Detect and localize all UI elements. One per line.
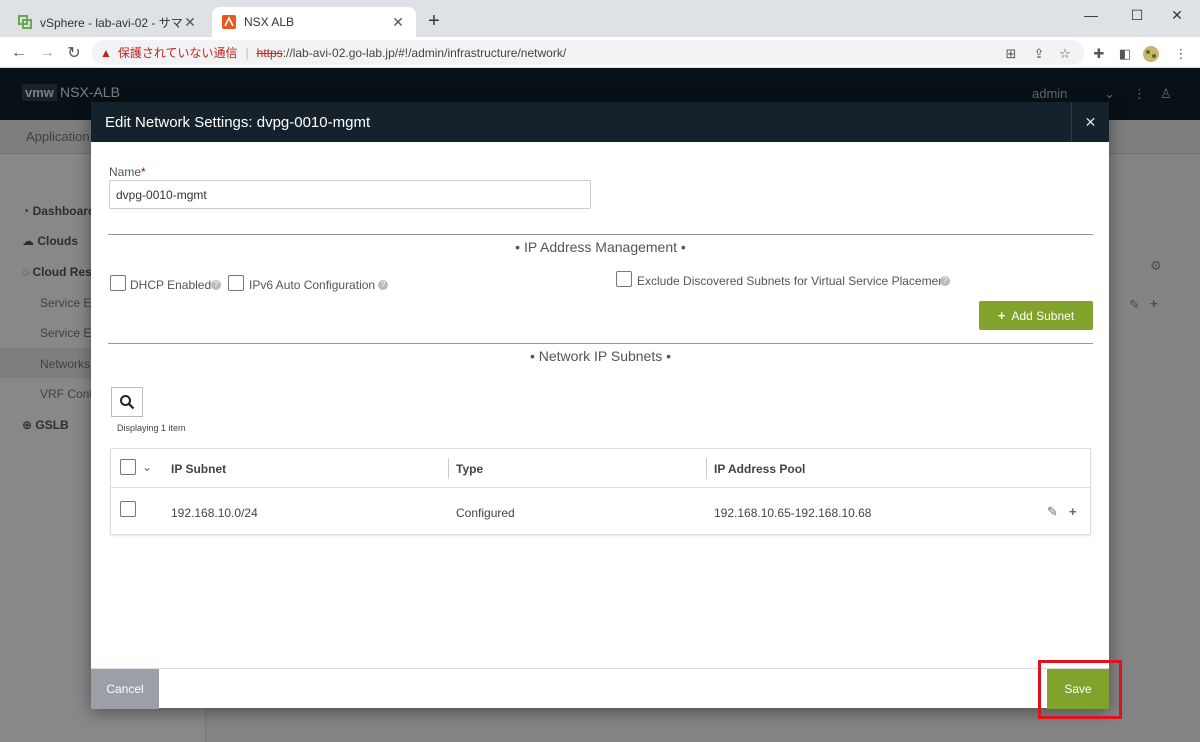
dhcp-enabled-checkbox[interactable] bbox=[110, 275, 126, 291]
minimize-button[interactable]: — bbox=[1068, 0, 1114, 30]
subnets-section-divider: • Network IP Subnets • bbox=[108, 343, 1093, 364]
column-divider bbox=[706, 458, 707, 479]
browser-menu-icon[interactable]: ⋮ bbox=[1172, 45, 1190, 63]
row-checkbox[interactable] bbox=[120, 501, 136, 517]
modal-close-icon[interactable]: ✕ bbox=[1071, 102, 1109, 142]
name-label: Name* bbox=[109, 165, 146, 179]
edit-network-modal: Edit Network Settings: dvpg-0010-mgmt ✕ … bbox=[91, 102, 1109, 709]
dhcp-help-icon[interactable]: ? bbox=[211, 280, 221, 290]
cell-ip-subnet: 192.168.10.0/24 bbox=[171, 506, 258, 520]
row-add-plus-icon[interactable]: + bbox=[1069, 504, 1077, 519]
column-ip-address-pool[interactable]: IP Address Pool bbox=[714, 462, 805, 476]
name-input[interactable] bbox=[109, 180, 591, 209]
column-ip-subnet[interactable]: IP Subnet bbox=[171, 462, 226, 476]
dhcp-enabled-label: DHCP Enabled bbox=[130, 278, 212, 292]
select-dropdown-chevron-icon[interactable]: ⌄ bbox=[142, 460, 152, 474]
cancel-button[interactable]: Cancel bbox=[91, 669, 159, 709]
translate-icon[interactable]: ⊞ bbox=[1002, 45, 1020, 63]
browser-toolbar: ← → ↻ ▲ 保護されていない通信 | https ://lab-avi-02… bbox=[0, 37, 1200, 68]
back-arrow-icon[interactable]: ← bbox=[8, 42, 30, 64]
column-divider bbox=[448, 458, 449, 479]
forward-arrow-icon[interactable]: → bbox=[36, 42, 58, 64]
url-path: ://lab-avi-02.go-lab.jp/#!/admin/infrast… bbox=[282, 45, 567, 60]
ipv6-auto-config-checkbox[interactable] bbox=[228, 275, 244, 291]
plus-icon: + bbox=[997, 308, 1006, 323]
search-button[interactable] bbox=[111, 387, 143, 417]
tab-close-icon[interactable]: ✕ bbox=[390, 14, 406, 31]
vsphere-favicon-icon bbox=[18, 15, 32, 29]
select-all-checkbox[interactable] bbox=[120, 459, 136, 475]
cell-type: Configured bbox=[456, 506, 515, 520]
nsx-alb-favicon-icon bbox=[222, 15, 236, 29]
share-icon[interactable]: ⇪ bbox=[1030, 45, 1048, 63]
exclude-discovered-subnets-checkbox[interactable] bbox=[616, 271, 632, 287]
grid-header: ⌄ IP Subnet Type IP Address Pool bbox=[111, 449, 1090, 488]
column-type[interactable]: Type bbox=[456, 462, 483, 476]
ipv6-help-icon[interactable]: ? bbox=[378, 280, 388, 290]
ipv6-auto-config-label: IPv6 Auto Configuration bbox=[249, 278, 376, 292]
exclude-help-icon[interactable]: ? bbox=[940, 276, 950, 286]
modal-title: Edit Network Settings: dvpg-0010-mgmt bbox=[105, 114, 371, 131]
security-warning-text: 保護されていない通信 bbox=[117, 46, 238, 60]
edit-pencil-icon[interactable]: ✎ bbox=[1047, 504, 1058, 520]
browser-tab-bar: vSphere - lab-avi-02 - サマリ ✕ NSX ALB ✕ +… bbox=[0, 0, 1200, 37]
displaying-count: Displaying 1 item bbox=[117, 423, 186, 433]
url-divider: | bbox=[245, 45, 249, 60]
add-subnet-button[interactable]: + Add Subnet bbox=[979, 301, 1093, 330]
browser-tab-nsx-alb[interactable]: NSX ALB ✕ bbox=[212, 7, 416, 37]
new-tab-button[interactable]: + bbox=[424, 10, 444, 32]
reload-icon[interactable]: ↻ bbox=[63, 42, 85, 64]
bookmark-star-icon[interactable]: ☆ bbox=[1056, 45, 1074, 63]
tab-close-icon[interactable]: ✕ bbox=[182, 14, 198, 31]
modal-header: Edit Network Settings: dvpg-0010-mgmt ✕ bbox=[91, 102, 1109, 142]
save-highlight-box bbox=[1038, 660, 1122, 719]
tab-title: vSphere - lab-avi-02 - サマリ bbox=[40, 15, 182, 30]
side-panel-icon[interactable]: ◧ bbox=[1116, 45, 1134, 63]
exclude-discovered-subnets-label: Exclude Discovered Subnets for Virtual S… bbox=[637, 274, 949, 288]
subnets-section-title: • Network IP Subnets • bbox=[529, 348, 672, 364]
required-asterisk: * bbox=[141, 165, 146, 179]
cell-ip-address-pool: 192.168.10.65-192.168.10.68 bbox=[714, 506, 872, 520]
subnet-grid: ⌄ IP Subnet Type IP Address Pool 192.168… bbox=[110, 448, 1091, 535]
url-scheme: https bbox=[256, 45, 283, 60]
profile-avatar-icon[interactable] bbox=[1142, 45, 1160, 63]
warning-triangle-icon: ▲ bbox=[100, 45, 112, 60]
close-window-button[interactable]: ✕ bbox=[1154, 0, 1200, 30]
search-icon bbox=[120, 395, 135, 410]
modal-footer: Cancel Save bbox=[91, 668, 1109, 709]
tab-title: NSX ALB bbox=[244, 15, 295, 29]
address-bar[interactable]: ▲ 保護されていない通信 | https ://lab-avi-02.go-la… bbox=[92, 40, 1084, 65]
browser-tab-vsphere[interactable]: vSphere - lab-avi-02 - サマリ ✕ bbox=[8, 7, 208, 37]
ipam-section-title: • IP Address Management • bbox=[515, 239, 686, 255]
extensions-puzzle-icon[interactable]: ✚ bbox=[1090, 45, 1108, 63]
ipam-section-divider: • IP Address Management • bbox=[108, 234, 1093, 255]
